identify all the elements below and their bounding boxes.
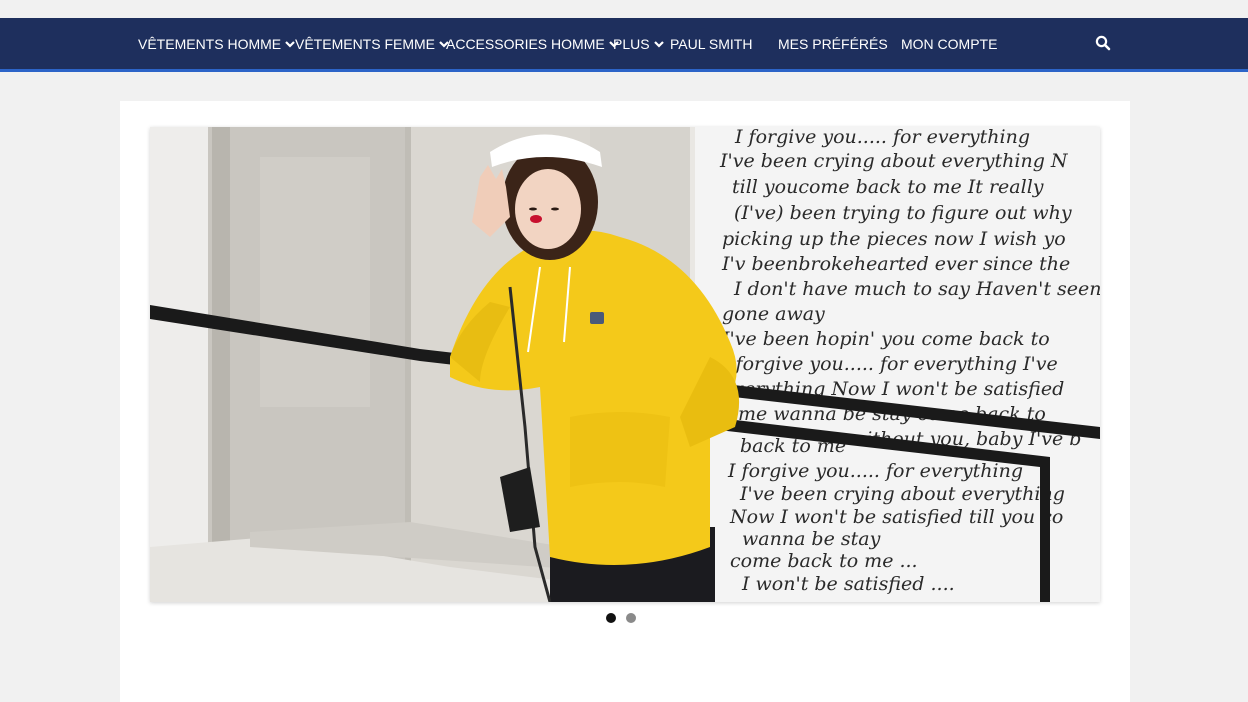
nav-item-label: MON COMPTE [901, 35, 998, 52]
nav-item-label: VÊTEMENTS FEMME [295, 35, 436, 52]
nav-item-mes-preferes[interactable]: MES PRÉFÉRÉS [778, 18, 888, 69]
nav-item-mon-compte[interactable]: MON COMPTE [901, 18, 997, 69]
hero-slide-image[interactable]: I forgive you..... for everything I've b… [150, 127, 1100, 602]
image-text-line: I'v beenbrokehearted ever since the [721, 253, 1070, 275]
image-text-line: I don't have much to say Haven't seen [733, 278, 1100, 300]
image-text-line: picking up the pieces now I wish yo [722, 228, 1066, 250]
slider-dot-1[interactable] [606, 613, 616, 623]
top-strip [0, 0, 1248, 18]
nav-item-paul-smith[interactable]: PAUL SMITH [670, 18, 752, 69]
nav-item-vetements-homme[interactable]: VÊTEMENTS HOMME [138, 18, 296, 69]
image-text-line: come back to me ... [730, 550, 918, 572]
image-text-line: I won't be satisfied .... [741, 573, 955, 595]
image-text-line: Now I won't be satisfied till you co [729, 506, 1063, 528]
image-text-line: I forgive you..... for everything I've [721, 353, 1058, 375]
nav-item-accessories-homme[interactable]: ACCESSORIES HOMME [446, 18, 620, 69]
nav-item-vetements-femme[interactable]: VÊTEMENTS FEMME [295, 18, 450, 69]
image-text-line: wanna be stay [742, 528, 881, 550]
image-text-line: till youcome back to me It really [732, 176, 1044, 198]
main-navigation: VÊTEMENTS HOMME VÊTEMENTS FEMME ACCESSOR… [0, 18, 1248, 72]
image-text-line: I've been crying about everything N [719, 150, 1069, 172]
hero-photo: I forgive you..... for everything I've b… [150, 127, 1100, 602]
image-text-line: I forgive you..... for everything [734, 127, 1030, 148]
chevron-down-icon [653, 39, 665, 49]
nav-item-plus[interactable]: PLUS [613, 18, 665, 69]
image-text-line: I forgive you..... for everything [727, 460, 1023, 482]
image-text-line: (I've) been trying to figure out why [734, 202, 1072, 224]
slider-pagination [606, 613, 636, 625]
image-text-line: I've been crying about everything [739, 483, 1065, 505]
nav-item-label: VÊTEMENTS HOMME [138, 35, 282, 52]
image-text-line: gone away [722, 303, 825, 325]
image-text-line: I've been hopin' you come back to [721, 328, 1050, 350]
nav-item-label: PAUL SMITH [670, 35, 753, 52]
slider-dot-2[interactable] [626, 613, 636, 623]
nav-item-label: MES PRÉFÉRÉS [778, 35, 888, 52]
nav-item-label: ACCESSORIES HOMME [446, 35, 605, 52]
nav-item-label: PLUS [613, 35, 650, 52]
search-icon[interactable] [1094, 34, 1112, 52]
